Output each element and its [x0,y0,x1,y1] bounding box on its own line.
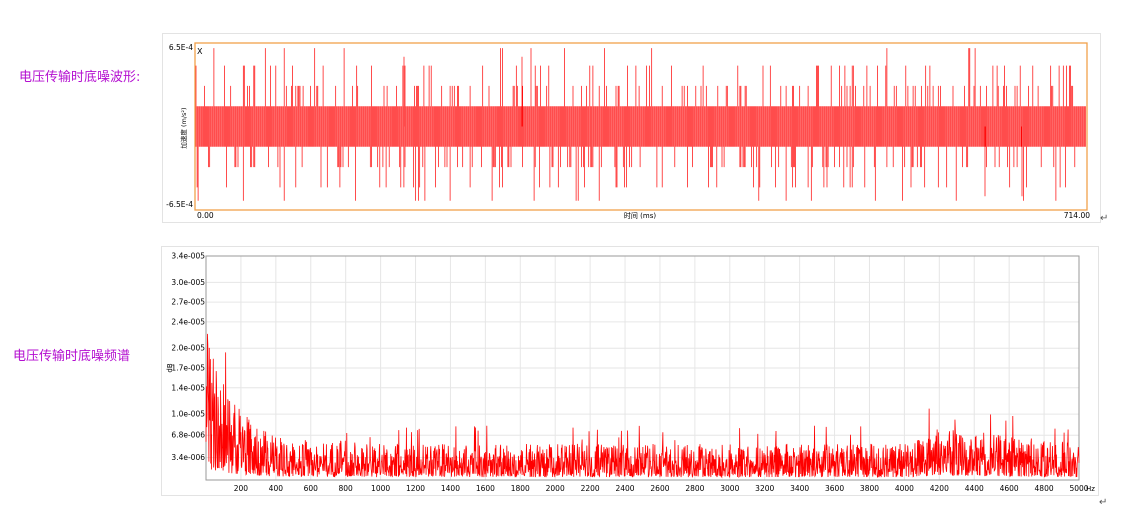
channel-label: X [197,47,203,56]
spectrum-chart: 200 400 600 800 1000 1200 1400 1600 1800 2000 2200… [166,252,1095,494]
x-tick-label: 714.00 [1064,211,1090,220]
x-tick-label: 800 [339,484,354,493]
waveform-chart: X 6.5E-4 -6.5E-4 0.00 714.00 时间 (ms) 加速度… [166,42,1090,220]
x-tick-label: 1000 [371,484,390,493]
y-tick-label: -6.5E-4 [166,200,193,209]
x-tick-label: 3600 [825,484,844,493]
waveform-series [195,48,1086,201]
x-tick-label: 1400 [441,484,460,493]
y-tick-label: 1.4e-005 [171,383,205,392]
x-tick-label: 1800 [511,484,530,493]
y-tick-label: 1.0e-005 [171,410,205,419]
x-tick-label: 2000 [546,484,565,493]
y-tick-label: 3.4e-005 [171,252,205,261]
x-tick-label: 4400 [965,484,984,493]
x-tick-label: 3000 [720,484,739,493]
y-tick-label: 3.4e-006 [171,453,205,462]
y-axis-label: 加速度 (m/s²) [179,107,188,148]
charts-canvas: X 6.5E-4 -6.5E-4 0.00 714.00 时间 (ms) 加速度… [166,42,1095,494]
x-tick-label: 3800 [860,484,879,493]
x-tick-label: 1200 [406,484,425,493]
y-axis-label: dB [166,363,174,372]
x-tick-label: 2400 [615,484,634,493]
x-tick-label: 600 [304,484,319,493]
y-tick-label: 2.7e-005 [171,298,205,307]
waveform-trace [195,48,1086,201]
x-tick-label: 4600 [1000,484,1019,493]
x-tick-label: 3200 [755,484,774,493]
y-tick-label: 2.4e-005 [171,317,205,326]
y-tick-label: 3.0e-005 [171,278,205,287]
x-tick-label: 2600 [650,484,669,493]
x-tick-label: 4200 [930,484,949,493]
x-tick-label: 2800 [685,484,704,493]
y-tick-label: 2.0e-005 [171,344,205,353]
x-tick-label: 0.00 [197,211,214,220]
x-tick-label: 3400 [790,484,809,493]
y-tick-label: 6.5E-4 [169,43,193,52]
x-tick-label: 4000 [895,484,914,493]
x-tick-label: 200 [234,484,249,493]
y-tick-label: 1.7e-005 [171,364,205,373]
x-axis-label: 时间 (ms) [624,211,656,220]
x-tick-label: 1600 [476,484,495,493]
x-axis-unit: Hz [1086,485,1095,493]
y-tick-label: 6.8e-006 [171,431,205,440]
x-tick-label: 2200 [581,484,600,493]
x-tick-label: 400 [269,484,284,493]
spectrum-series [205,333,1080,479]
x-tick-label: 4800 [1035,484,1054,493]
